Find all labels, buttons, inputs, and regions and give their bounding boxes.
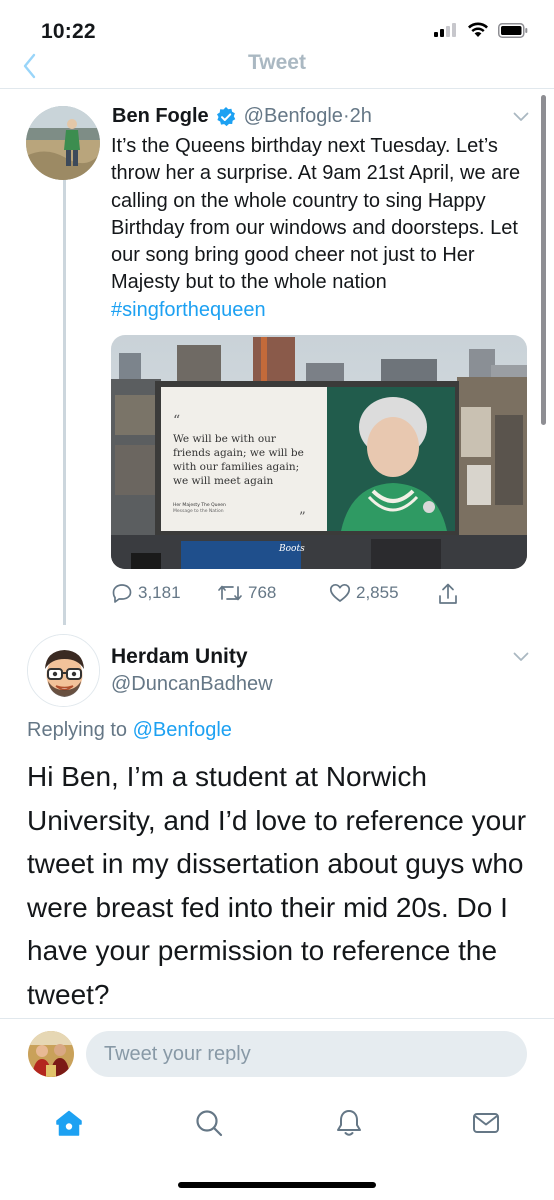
replying-to-link[interactable]: @Benfogle [133,719,232,741]
reply-author-name[interactable]: Herdam Unity [111,645,248,669]
billboard-quote-line: we will meet again [173,475,273,487]
tab-bar [0,1096,554,1156]
tweet-actions: 3,181 768 2,855 [111,582,471,608]
billboard-attribution: Message to the Nation [173,508,224,514]
notifications-icon[interactable] [334,1108,364,1138]
billboard-quote-line: friends again; we will be [173,447,304,459]
like-icon [329,583,351,602]
like-count: 2,855 [356,583,399,602]
search-icon[interactable] [194,1108,224,1138]
thread-line [63,180,66,625]
chevron-down-icon[interactable] [513,652,529,662]
author-name[interactable]: Ben Fogle [112,105,209,128]
chevron-down-icon[interactable] [513,112,529,122]
reply-input[interactable] [86,1031,527,1077]
reply-text: Hi Ben, I’m a student at Norwich Univers… [27,761,527,1010]
replying-prefix: Replying to [27,719,133,741]
billboard-quote-open: “ [173,413,180,429]
status-icons [434,22,528,38]
divider [0,1018,554,1019]
tweet-header: Ben Fogle @Benfogle · 2h [112,105,372,128]
store-sign: Boots [278,544,305,554]
home-icon[interactable] [54,1108,84,1138]
hashtag-link[interactable]: #singforthequeen [111,299,266,321]
verified-badge-icon [216,106,235,126]
nav-bar: Tweet [0,44,554,89]
retweet-count: 768 [248,583,277,602]
status-bar: 10:22 [0,0,554,48]
tweet-body: It’s the Queens birthday next Tuesday. L… [111,135,521,294]
tweet-text: It’s the Queens birthday next Tuesday. L… [111,133,531,324]
billboard-attribution: Her Majesty The Queen [173,502,226,508]
tweet-image[interactable]: “ We will be with our friends again; we … [111,335,527,569]
tweet-age: 2h [349,105,372,127]
reply-action[interactable]: 3,181 [111,582,181,604]
author-avatar[interactable] [26,106,100,180]
share-action[interactable] [437,582,459,606]
status-time: 10:22 [41,20,96,43]
share-icon [439,583,457,604]
billboard-quote-line: We will be with our [173,433,277,445]
billboard-quote-close: ” [299,510,306,525]
author-handle[interactable]: @Benfogle [244,105,343,128]
my-avatar[interactable] [28,1031,74,1077]
retweet-action[interactable]: 768 [217,582,276,604]
battery-icon [498,22,528,38]
retweet-icon [218,585,242,601]
cellular-signal-icon [434,23,456,37]
page-title: Tweet [248,51,306,74]
like-action[interactable]: 2,855 [329,582,399,604]
reply-icon [112,584,132,603]
messages-icon[interactable] [471,1108,501,1138]
reply-count: 3,181 [138,583,181,602]
replying-to: Replying to @Benfogle [27,719,232,742]
home-indicator[interactable] [178,1182,376,1188]
billboard-quote-line: with our families again; [173,461,299,473]
time-separator: · [342,105,350,127]
wifi-icon [468,22,488,37]
scrollbar[interactable] [541,95,546,425]
reply-author-handle[interactable]: @DuncanBadhew [111,673,273,696]
reply-author-avatar[interactable] [27,634,100,707]
